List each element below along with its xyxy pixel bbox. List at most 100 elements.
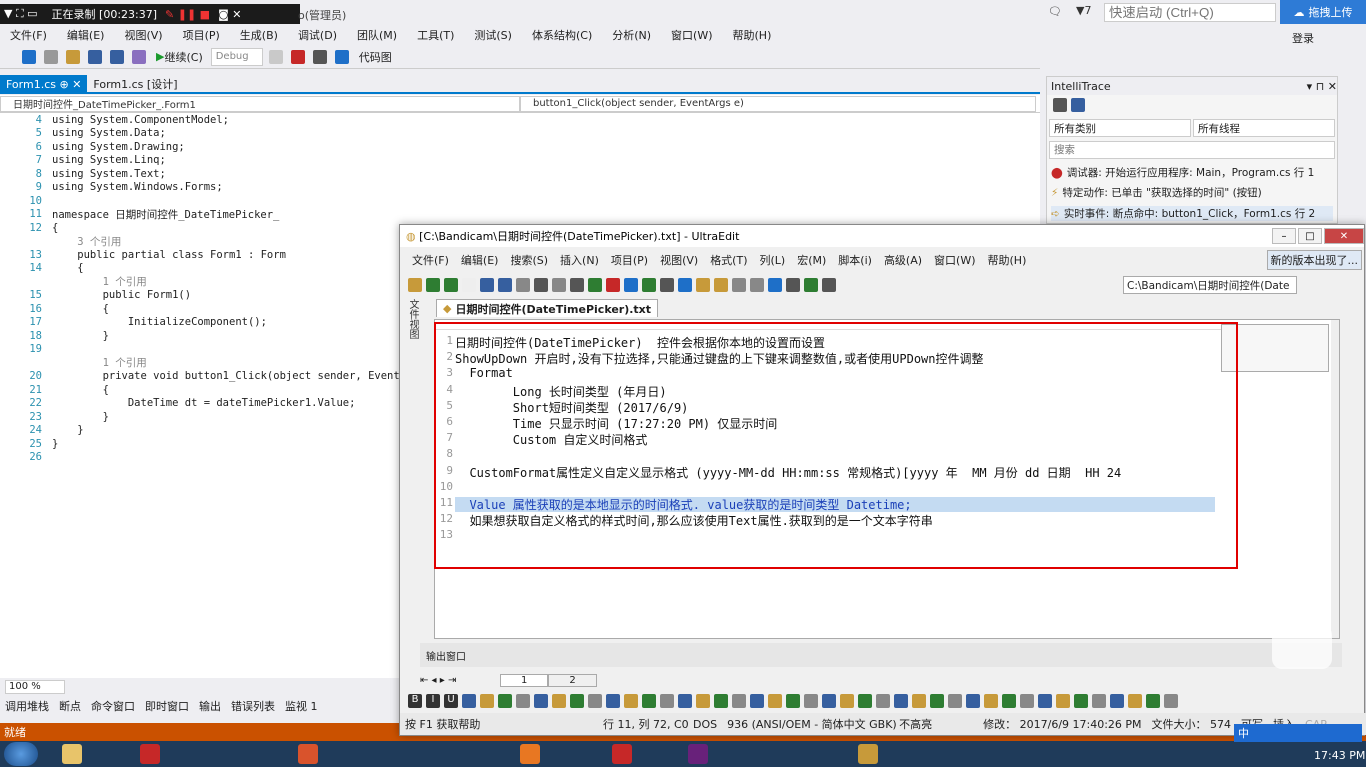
- toolbar-tool-icon[interactable]: [696, 278, 710, 292]
- continue-button[interactable]: ▶ 继续(C): [152, 48, 207, 66]
- format-tool-icon[interactable]: [588, 694, 602, 708]
- format-tool-icon[interactable]: [876, 694, 890, 708]
- format-tool-icon[interactable]: [1038, 694, 1052, 708]
- close-button[interactable]: ✕: [1324, 228, 1364, 244]
- format-tool-icon[interactable]: [732, 694, 746, 708]
- recorder-menu-icon[interactable]: ▼ ⛶ ▭: [4, 7, 38, 21]
- underline-icon[interactable]: U: [444, 694, 458, 708]
- ue-menu-item[interactable]: 脚本(i): [832, 252, 878, 268]
- page-tab-1[interactable]: 1: [500, 673, 549, 687]
- vs-menu-item[interactable]: 编辑(E): [57, 27, 115, 43]
- notification-icon[interactable]: 🗨: [1048, 5, 1062, 18]
- page-tab-2[interactable]: 2: [548, 673, 597, 687]
- format-tool-icon[interactable]: [822, 694, 836, 708]
- format-tool-icon[interactable]: [624, 694, 638, 708]
- vs-menu-item[interactable]: 分析(N): [602, 27, 661, 43]
- toolbar-tool-icon[interactable]: [408, 278, 422, 292]
- format-tool-icon[interactable]: [462, 694, 476, 708]
- ue-menu-item[interactable]: 高级(A): [878, 252, 928, 268]
- config-combo[interactable]: Debug: [210, 47, 263, 66]
- toolbar-tool-icon[interactable]: [804, 278, 818, 292]
- format-tool-icon[interactable]: [498, 694, 512, 708]
- pin-icon[interactable]: ▾ ⊓ ✕: [1307, 80, 1337, 93]
- vs-menu-item[interactable]: 体系结构(C): [522, 27, 602, 43]
- format-tool-icon[interactable]: [642, 694, 656, 708]
- restart-icon[interactable]: [312, 49, 327, 64]
- format-tool-icon[interactable]: [894, 694, 908, 708]
- toolbar-tool-icon[interactable]: [480, 278, 494, 292]
- vs-menu-item[interactable]: 文件(F): [0, 27, 57, 43]
- vs-menu-item[interactable]: 测试(S): [464, 27, 522, 43]
- class-combo[interactable]: 日期时间控件_DateTimePicker_.Form1: [0, 95, 520, 112]
- path-combo[interactable]: C:\Bandicam\日期时间控件(Date: [1123, 276, 1297, 294]
- member-combo[interactable]: button1_Click(object sender, EventArgs e…: [520, 95, 1036, 112]
- format-tool-icon[interactable]: [1074, 694, 1088, 708]
- toolbar-tool-icon[interactable]: [444, 278, 458, 292]
- toolbar-tool-icon[interactable]: [714, 278, 728, 292]
- format-tool-icon[interactable]: [570, 694, 584, 708]
- format-tool-icon[interactable]: [912, 694, 926, 708]
- back-icon[interactable]: [22, 49, 36, 64]
- status-highlight[interactable]: 不高亮: [894, 716, 978, 732]
- event-debugger[interactable]: ⬤ 调试器: 开始运行应用程序: Main，Program.cs 行 1: [1051, 165, 1314, 180]
- explorer-icon[interactable]: [62, 744, 82, 764]
- format-tool-icon[interactable]: [1056, 694, 1070, 708]
- undo-icon[interactable]: [132, 49, 146, 64]
- save-icon[interactable]: [1071, 98, 1085, 112]
- toolbar-tool-icon[interactable]: [462, 278, 476, 292]
- category-combo[interactable]: 所有类别: [1049, 119, 1191, 137]
- ime-tray[interactable]: 中: [1234, 724, 1362, 742]
- toolbar-tool-icon[interactable]: [750, 278, 764, 292]
- bottom-tab[interactable]: 调用堆栈: [0, 698, 54, 714]
- event-breakpoint[interactable]: ➪ 实时事件: 断点命中: button1_Click，Form1.cs 行 2: [1051, 206, 1333, 221]
- thread-combo[interactable]: 所有线程: [1193, 119, 1335, 137]
- toolbar-tool-icon[interactable]: [642, 278, 656, 292]
- toolbar-tool-icon[interactable]: [768, 278, 782, 292]
- vs-menu-item[interactable]: 生成(B): [230, 27, 288, 43]
- upload-button[interactable]: ☁ 拖拽上传: [1280, 0, 1366, 24]
- format-tool-icon[interactable]: [804, 694, 818, 708]
- format-tool-icon[interactable]: [768, 694, 782, 708]
- camera-icon[interactable]: ◙ ✕: [218, 8, 241, 21]
- ue-menu-item[interactable]: 帮助(H): [982, 252, 1033, 268]
- format-tool-icon[interactable]: [606, 694, 620, 708]
- tab-form1-designer[interactable]: Form1.cs [设计]: [87, 75, 183, 93]
- italic-icon[interactable]: I: [426, 694, 440, 708]
- step-over-icon[interactable]: [334, 49, 349, 64]
- new-version-button[interactable]: 新的版本出现了...: [1266, 250, 1362, 270]
- format-tool-icon[interactable]: [930, 694, 944, 708]
- recorder-controls-icon[interactable]: ✎ ❚❚ ■: [165, 8, 210, 21]
- tab-form1-cs[interactable]: Form1.cs ⊕ ✕: [0, 75, 88, 93]
- firefox-icon[interactable]: [520, 744, 540, 764]
- format-tool-icon[interactable]: [660, 694, 674, 708]
- chrome-icon[interactable]: [298, 744, 318, 764]
- vs-menu-item[interactable]: 帮助(H): [723, 27, 782, 43]
- format-tool-icon[interactable]: [714, 694, 728, 708]
- toolbar-tool-icon[interactable]: [534, 278, 548, 292]
- format-tool-icon[interactable]: [786, 694, 800, 708]
- vs-menu-item[interactable]: 工具(T): [407, 27, 464, 43]
- vs-menu-item[interactable]: 调试(D): [288, 27, 347, 43]
- ue-menu-item[interactable]: 宏(M): [791, 252, 832, 268]
- format-tool-icon[interactable]: [948, 694, 962, 708]
- format-tool-icon[interactable]: [750, 694, 764, 708]
- ue-menu-item[interactable]: 视图(V): [654, 252, 704, 268]
- format-tool-icon[interactable]: [984, 694, 998, 708]
- start-button[interactable]: [4, 742, 38, 766]
- ue-menu-item[interactable]: 项目(P): [605, 252, 654, 268]
- output-window-header[interactable]: 输出窗口: [420, 643, 1342, 667]
- vertical-scrollbar[interactable]: [1331, 320, 1339, 638]
- toolbar-tool-icon[interactable]: [822, 278, 836, 292]
- ue-menu-item[interactable]: 格式(T): [704, 252, 753, 268]
- forward-icon[interactable]: [44, 49, 58, 64]
- ue-menu-item[interactable]: 编辑(E): [455, 252, 505, 268]
- toolbar-tool-icon[interactable]: [624, 278, 638, 292]
- toolbar-tool-icon[interactable]: [570, 278, 584, 292]
- code-map-button[interactable]: 代码图: [355, 48, 396, 66]
- format-tool-icon[interactable]: [1128, 694, 1142, 708]
- toolbar-tool-icon[interactable]: [426, 278, 440, 292]
- login-link[interactable]: 登录: [1292, 30, 1314, 46]
- feedback-count[interactable]: ▼7: [1076, 4, 1091, 17]
- open-icon[interactable]: [66, 49, 80, 64]
- file-view-tab[interactable]: 文件视图: [404, 299, 420, 345]
